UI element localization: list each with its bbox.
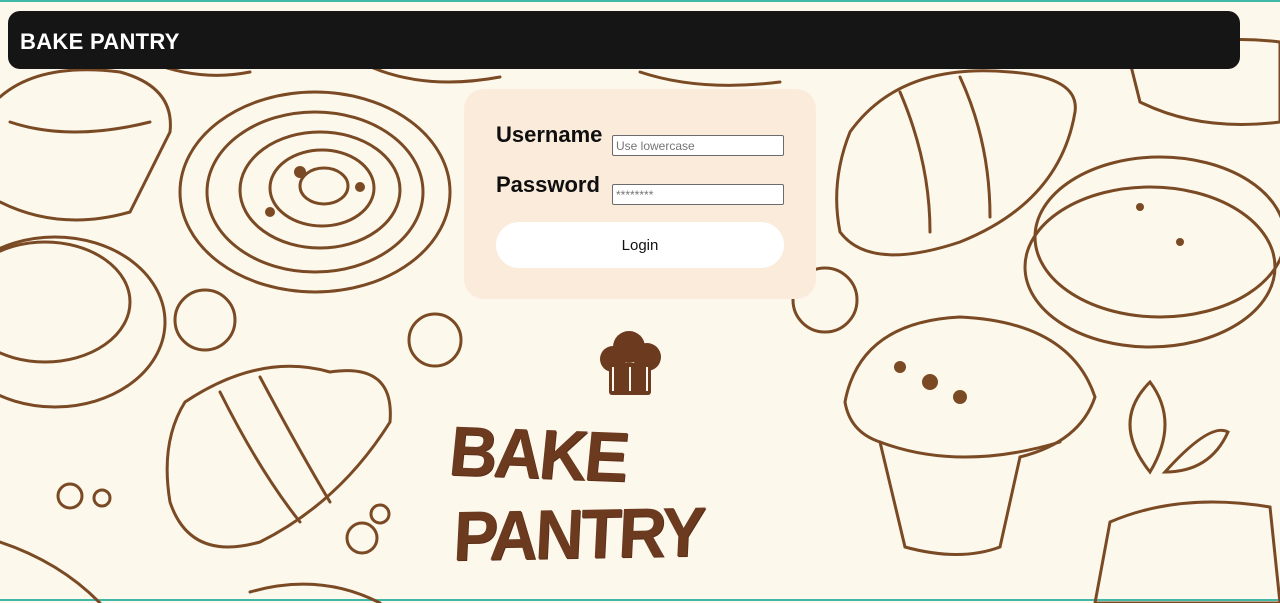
top-navigation-bar: BAKE PANTRY bbox=[8, 11, 1240, 69]
brand-title: BAKE PANTRY bbox=[20, 29, 180, 54]
login-button[interactable]: Login bbox=[496, 222, 784, 268]
logo-word-bake: BAKE bbox=[445, 411, 630, 497]
login-card: Username Password Login bbox=[464, 89, 816, 299]
username-label: Username bbox=[496, 122, 603, 147]
password-label: Password bbox=[496, 172, 600, 197]
chef-hat-icon bbox=[600, 331, 661, 395]
password-row: Password bbox=[496, 172, 784, 205]
username-row: Username bbox=[496, 122, 784, 156]
password-input[interactable] bbox=[612, 184, 784, 205]
bake-pantry-logo: BAKEPANTRY bbox=[440, 322, 840, 575]
logo-word-pantry: PANTRY bbox=[451, 492, 705, 576]
logo-wordmark: BAKEPANTRY bbox=[441, 411, 813, 576]
username-input[interactable] bbox=[612, 135, 784, 156]
